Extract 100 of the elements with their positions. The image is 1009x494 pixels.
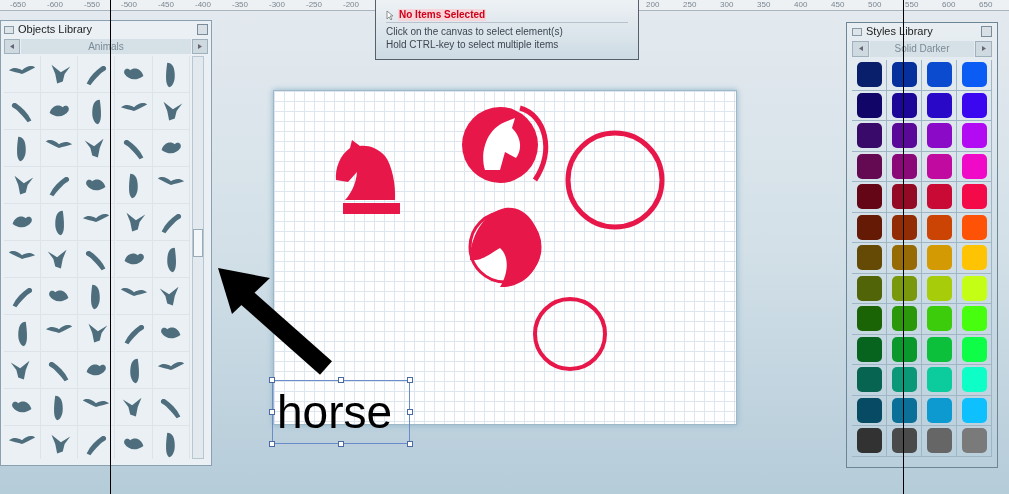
- left-triangle-icon: [858, 46, 863, 51]
- color-swatch[interactable]: [856, 184, 882, 210]
- previous-category-button[interactable]: [4, 38, 20, 54]
- color-swatch[interactable]: [856, 92, 882, 118]
- color-swatch[interactable]: [891, 397, 917, 423]
- color-swatch[interactable]: [891, 214, 917, 240]
- color-swatch[interactable]: [856, 275, 882, 301]
- color-swatch[interactable]: [856, 336, 882, 362]
- ruler-label: -400: [195, 0, 211, 10]
- scrollbar[interactable]: [192, 56, 204, 459]
- color-swatch[interactable]: [891, 306, 917, 332]
- ruler-label: -250: [306, 0, 322, 10]
- ring-drawing[interactable]: [565, 130, 665, 230]
- ruler-label: -600: [47, 0, 63, 10]
- cursor-icon: [386, 9, 395, 21]
- ruler-label: 250: [683, 0, 697, 10]
- resize-handle[interactable]: [269, 409, 275, 415]
- selection-status: No Items Selected: [398, 9, 487, 21]
- ruler-label: 550: [905, 0, 919, 10]
- canvas-text[interactable]: horse: [277, 386, 393, 438]
- panel-menu-icon[interactable]: [4, 25, 14, 34]
- color-swatch[interactable]: [926, 184, 952, 210]
- color-swatch[interactable]: [891, 153, 917, 179]
- resize-handle[interactable]: [407, 409, 413, 415]
- color-swatch[interactable]: [891, 92, 917, 118]
- ruler-label: -500: [121, 0, 137, 10]
- arrow-drawing[interactable]: [218, 268, 332, 375]
- left-triangle-icon: [10, 43, 14, 49]
- ruler-label: 400: [794, 0, 808, 10]
- horse-head-emblem-drawing[interactable]: [468, 207, 542, 287]
- ruler-label: -200: [343, 0, 359, 10]
- ruler-label: 500: [868, 0, 882, 10]
- color-swatch[interactable]: [926, 245, 952, 271]
- ruler-label: 350: [757, 0, 771, 10]
- resize-handle[interactable]: [407, 441, 413, 447]
- color-swatch[interactable]: [961, 184, 987, 210]
- minimize-icon[interactable]: [981, 26, 992, 37]
- resize-handle[interactable]: [407, 377, 413, 383]
- ruler-label: -350: [232, 0, 248, 10]
- horse-head-emblem-drawing[interactable]: [462, 105, 549, 183]
- color-swatch[interactable]: [891, 62, 917, 88]
- resize-handle[interactable]: [338, 441, 344, 447]
- color-swatch[interactable]: [891, 428, 917, 454]
- color-swatch[interactable]: [856, 153, 882, 179]
- color-swatch[interactable]: [856, 62, 882, 88]
- color-swatch[interactable]: [961, 306, 987, 332]
- color-swatch[interactable]: [926, 214, 952, 240]
- color-swatch[interactable]: [961, 428, 987, 454]
- color-swatch[interactable]: [891, 184, 917, 210]
- panel-title: Objects Library: [18, 22, 93, 38]
- ruler-label: -550: [84, 0, 100, 10]
- chess-knight-drawing[interactable]: [335, 140, 400, 214]
- right-triangle-icon: [198, 43, 202, 49]
- previous-category-button[interactable]: [852, 40, 869, 57]
- color-swatch[interactable]: [926, 336, 952, 362]
- ruler-label: 600: [942, 0, 956, 10]
- color-swatch[interactable]: [891, 336, 917, 362]
- color-swatch[interactable]: [891, 367, 917, 393]
- color-swatch[interactable]: [961, 62, 987, 88]
- color-swatch[interactable]: [856, 367, 882, 393]
- next-category-button[interactable]: [192, 38, 208, 54]
- color-swatch[interactable]: [856, 428, 882, 454]
- color-swatch[interactable]: [961, 336, 987, 362]
- color-swatch[interactable]: [961, 153, 987, 179]
- panel-menu-icon[interactable]: [852, 27, 862, 36]
- resize-handle[interactable]: [269, 441, 275, 447]
- color-swatch[interactable]: [926, 367, 952, 393]
- color-swatch[interactable]: [926, 92, 952, 118]
- color-swatch[interactable]: [926, 397, 952, 423]
- color-swatch[interactable]: [926, 123, 952, 149]
- ruler-label: -650: [10, 0, 26, 10]
- color-swatch[interactable]: [891, 123, 917, 149]
- color-swatch[interactable]: [961, 397, 987, 423]
- ruler-label: 650: [979, 0, 993, 10]
- color-swatch[interactable]: [856, 214, 882, 240]
- color-swatch[interactable]: [961, 367, 987, 393]
- ring-drawing[interactable]: [533, 297, 607, 371]
- color-swatch[interactable]: [926, 428, 952, 454]
- color-swatch[interactable]: [891, 275, 917, 301]
- color-swatch[interactable]: [961, 123, 987, 149]
- minimize-icon[interactable]: [197, 24, 208, 35]
- right-triangle-icon: [981, 46, 986, 51]
- color-swatch[interactable]: [961, 214, 987, 240]
- hint-text: Click on the canvas to select element(s): [386, 25, 564, 38]
- color-swatch[interactable]: [961, 245, 987, 271]
- color-swatch[interactable]: [856, 306, 882, 332]
- color-swatch[interactable]: [926, 62, 952, 88]
- color-swatch[interactable]: [856, 397, 882, 423]
- color-swatch[interactable]: [926, 275, 952, 301]
- resize-handle[interactable]: [269, 377, 275, 383]
- color-swatch[interactable]: [926, 306, 952, 332]
- color-swatch[interactable]: [926, 153, 952, 179]
- color-swatch[interactable]: [961, 275, 987, 301]
- next-category-button[interactable]: [975, 40, 992, 57]
- color-swatch[interactable]: [856, 245, 882, 271]
- color-swatch[interactable]: [856, 123, 882, 149]
- scrollbar-thumb[interactable]: [193, 229, 203, 257]
- resize-handle[interactable]: [338, 377, 344, 383]
- color-swatch[interactable]: [961, 92, 987, 118]
- color-swatch[interactable]: [891, 245, 917, 271]
